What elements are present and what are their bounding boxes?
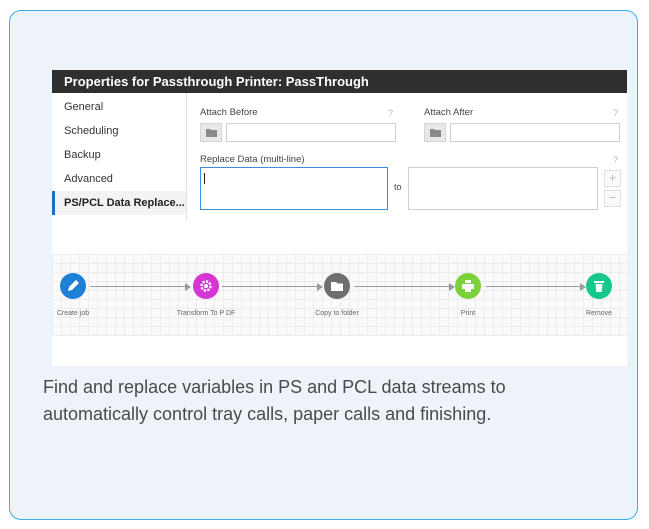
to-label: to xyxy=(394,182,402,192)
workflow-step-label: Copy to folder xyxy=(315,310,359,317)
attach-before-input[interactable] xyxy=(226,123,396,142)
workflow-step-label: Create job xyxy=(56,310,90,317)
attach-after-help-icon[interactable]: ? xyxy=(613,108,618,118)
nav-item-ps-pcl-data-replace[interactable]: PS/PCL Data Replace... xyxy=(52,191,186,215)
workflow-connector xyxy=(222,286,320,287)
pencil-icon xyxy=(68,280,79,291)
trash-icon xyxy=(594,281,604,292)
attach-before-browse-button[interactable] xyxy=(200,123,222,142)
nav-item-general[interactable]: General xyxy=(52,95,186,119)
replace-from-textarea[interactable] xyxy=(200,167,388,210)
workflow-step-create-job[interactable] xyxy=(60,273,86,299)
text-caret xyxy=(204,173,205,184)
workflow-connector xyxy=(486,286,583,287)
workflow-step-label: Transform To P DF xyxy=(176,310,236,317)
folder-icon xyxy=(331,282,343,291)
attach-after-input[interactable] xyxy=(450,123,620,142)
workflow-connector xyxy=(354,286,452,287)
printer-icon xyxy=(462,280,474,292)
nav-item-backup[interactable]: Backup xyxy=(52,143,186,167)
add-row-button[interactable]: + xyxy=(604,170,621,187)
folder-icon xyxy=(206,129,217,137)
workflow-connector xyxy=(90,286,188,287)
attach-after-label: Attach After xyxy=(424,107,474,118)
workflow-step-transform[interactable] xyxy=(193,273,219,299)
feature-card: Properties for Passthrough Printer: Pass… xyxy=(9,10,638,520)
nav-item-advanced[interactable]: Advanced xyxy=(52,167,186,191)
feature-caption: Find and replace variables in PS and PCL… xyxy=(43,377,506,424)
attach-before-help-icon[interactable]: ? xyxy=(388,108,393,118)
nav-item-scheduling[interactable]: Scheduling xyxy=(52,119,186,143)
gear-icon xyxy=(200,280,212,292)
workflow-diagram: Create job Transform To P DF Copy to fol… xyxy=(52,254,627,336)
folder-icon xyxy=(430,129,441,137)
workflow-arrow xyxy=(317,283,323,291)
replace-to-textarea[interactable] xyxy=(408,167,598,210)
dialog-title: Properties for Passthrough Printer: Pass… xyxy=(52,70,627,93)
workflow-arrow xyxy=(185,283,191,291)
attach-after-browse-button[interactable] xyxy=(424,123,446,142)
properties-nav: General Scheduling Backup Advanced PS/PC… xyxy=(52,93,187,220)
workflow-step-label: Print xyxy=(460,310,476,317)
replace-data-help-icon[interactable]: ? xyxy=(613,155,618,165)
workflow-step-print[interactable] xyxy=(455,273,481,299)
attach-before-label: Attach Before xyxy=(200,107,258,118)
replace-data-label: Replace Data (multi-line) xyxy=(200,154,305,165)
screenshot-panel: Properties for Passthrough Printer: Pass… xyxy=(52,70,627,366)
workflow-step-remove[interactable] xyxy=(586,273,612,299)
workflow-step-label: Remove xyxy=(585,310,613,317)
workflow-step-copy-to-folder[interactable] xyxy=(324,273,350,299)
remove-row-button[interactable]: − xyxy=(604,190,621,207)
